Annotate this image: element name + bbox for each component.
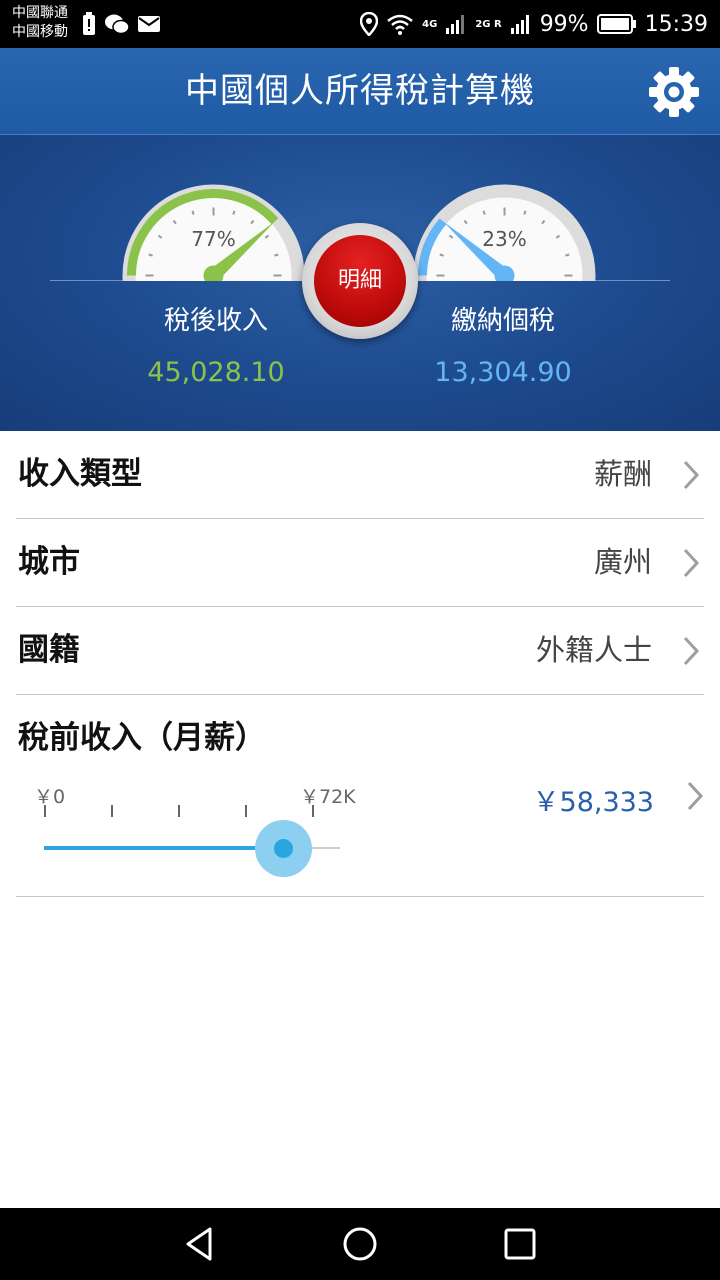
slider-track-fill: [44, 846, 284, 850]
wifi-icon: [387, 14, 413, 35]
slider-tick: [312, 805, 314, 817]
row-value: 薪酬: [593, 457, 652, 491]
chevron-right-icon[interactable]: [686, 780, 704, 812]
carrier-info: 中國聯通 中國移動: [12, 4, 68, 42]
signal-2-icon: [510, 15, 529, 34]
carrier-1: 中國聯通: [12, 5, 68, 21]
tax-summary-panel: 77% 23% 明細 稅後收入 繳納個稅 45,028.10 13,304.90: [0, 135, 720, 431]
gauge-tick: [148, 253, 153, 257]
slider-tick: [178, 805, 180, 817]
home-circle-icon[interactable]: [340, 1224, 380, 1264]
recents-square-icon[interactable]: [500, 1224, 540, 1264]
row-label: 城市: [18, 544, 80, 580]
income-value[interactable]: ￥58,333: [533, 780, 654, 819]
location-icon: [360, 12, 379, 36]
mail-icon: [138, 16, 160, 32]
gauge-tick: [191, 210, 195, 215]
notification-icons: [82, 12, 160, 36]
row-label: 國籍: [18, 632, 80, 668]
tax-percent: 23%: [482, 227, 527, 251]
gauge-tick: [482, 210, 486, 215]
chevron-right-icon: [683, 548, 700, 578]
battery-alert-icon: [83, 12, 95, 35]
signal-1-icon: [446, 15, 465, 34]
row-value: 外籍人士: [535, 633, 652, 667]
after-tax-gauge: 77%: [121, 183, 306, 281]
tax-value: 13,304.90: [434, 357, 572, 388]
slider-tick: [111, 805, 113, 817]
chevron-right-icon: [683, 460, 700, 490]
network-4g-label: 4G: [422, 18, 438, 30]
income-label: 稅前收入（月薪）: [18, 720, 266, 756]
battery-percent: 99%: [539, 11, 589, 37]
gauge-tick: [232, 210, 236, 215]
battery-icon: [596, 14, 636, 34]
slider-tick: [44, 805, 46, 817]
row-label: 收入類型: [18, 456, 142, 492]
row-city[interactable]: 城市 廣州: [16, 519, 704, 607]
status-bar: 中國聯通 中國移動 4G 2G R 99% 15:39: [0, 0, 720, 48]
wechat-icon: [105, 14, 130, 35]
row-nationality[interactable]: 國籍 外籍人士: [16, 607, 704, 695]
tax-gauge: 23%: [412, 183, 597, 281]
navigation-bar: [0, 1208, 720, 1280]
carrier-2: 中國移動: [12, 24, 68, 40]
after-tax-value: 45,028.10: [147, 357, 285, 388]
gauge-tick: [439, 253, 444, 257]
tax-label: 繳納個稅: [450, 306, 555, 336]
slider-tick: [245, 805, 247, 817]
after-tax-percent: 77%: [191, 227, 236, 251]
app-bar: 中國個人所得稅計算機: [0, 48, 720, 135]
row-income-type[interactable]: 收入類型 薪酬: [16, 431, 704, 519]
gauge-tick: [565, 253, 570, 257]
gauge-tick: [523, 210, 527, 215]
status-indicators: 4G 2G R 99% 15:39: [360, 0, 708, 48]
row-value: 廣州: [593, 545, 652, 579]
chevron-right-icon: [683, 636, 700, 666]
after-tax-label: 稅後收入: [163, 306, 268, 336]
slider-ticks: [44, 805, 344, 819]
back-triangle-icon[interactable]: [180, 1224, 220, 1264]
network-2g-label: 2G R: [475, 18, 502, 30]
clock: 15:39: [644, 11, 708, 37]
page-title: 中國個人所得稅計算機: [185, 71, 535, 111]
divider: [16, 896, 704, 897]
gear-icon[interactable]: [648, 66, 700, 118]
gauge-tick: [274, 253, 279, 257]
